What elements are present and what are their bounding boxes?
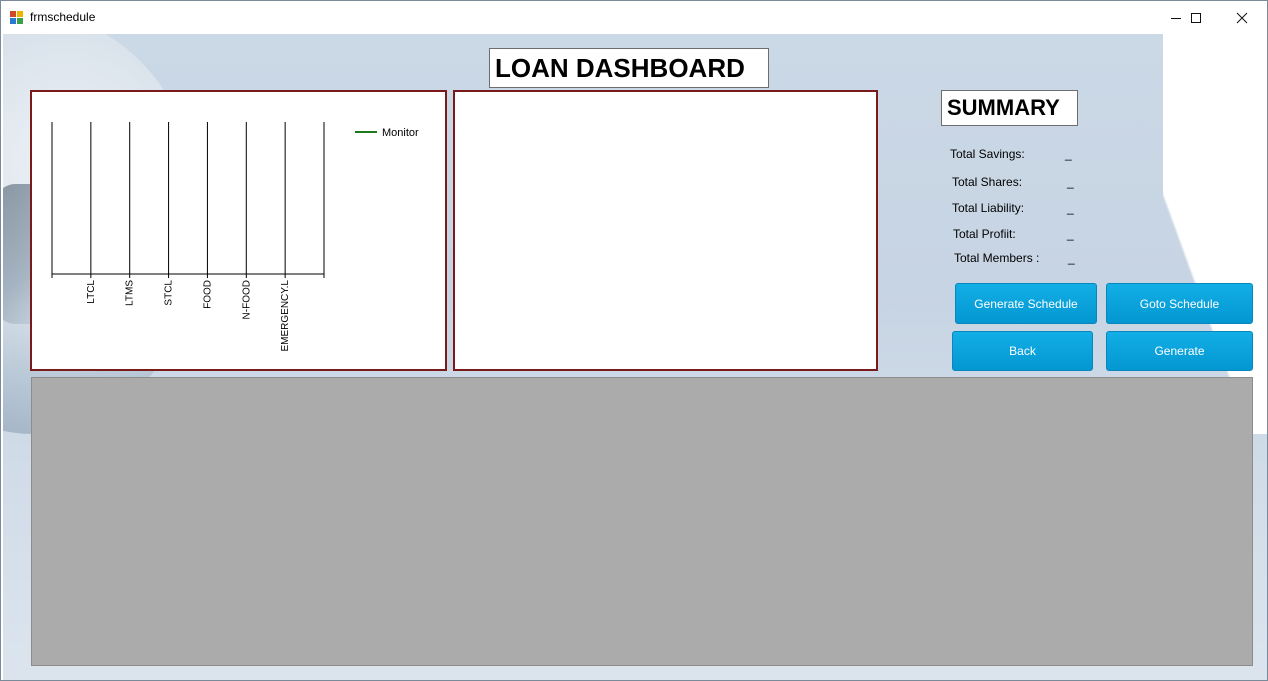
background-highlight [1163, 34, 1267, 434]
chart-tick-label: LTMS [125, 280, 136, 306]
total-profit-label: Total Profiit: [953, 227, 1016, 241]
total-shares-label: Total Shares: [952, 175, 1023, 189]
goto-schedule-button[interactable]: Goto Schedule [1106, 283, 1253, 324]
maximize-icon [1191, 12, 1201, 23]
generate-schedule-button[interactable]: Generate Schedule [955, 283, 1097, 324]
total-profit-value: _ [1067, 227, 1074, 241]
page-title: LOAN DASHBOARD [489, 48, 769, 88]
maximize-button[interactable] [1173, 1, 1219, 34]
title-bar[interactable]: frmschedule [1, 1, 1267, 34]
total-members-label: Total Members : [954, 251, 1040, 265]
total-savings-value: _ [1065, 147, 1072, 161]
total-liability-value: _ [1067, 201, 1074, 215]
loan-chart-panel: LTCL LTMS STCL FOOD N-FOOD EMERGENCY.L Monitor [30, 90, 447, 371]
back-button[interactable]: Back [952, 331, 1093, 371]
app-icon [10, 11, 23, 24]
secondary-chart-panel [453, 90, 878, 371]
total-savings-label: Total Savings: [950, 147, 1025, 161]
form-client-area: LOAN DASHBOARD LTCL LTMS STCL FOOD N-FOOD EME… [3, 34, 1267, 680]
chart-tick-label: EMERGENCY.L [280, 280, 291, 352]
legend-label: Monitor [382, 127, 419, 139]
schedule-data-grid[interactable] [31, 377, 1253, 666]
application-window: frmschedule LOAN DASHBOARD LTCL LTMS STCL F… [0, 0, 1268, 681]
loan-chart: LTCL LTMS STCL FOOD N-FOOD EMERGENCY.L Monitor [51, 122, 419, 352]
window-title: frmschedule [30, 10, 96, 24]
total-liability-label: Total Liability: [952, 201, 1025, 215]
chart-tick-label: N-FOOD [241, 280, 252, 319]
close-button[interactable] [1219, 1, 1265, 34]
total-members-value: _ [1068, 251, 1075, 265]
close-icon [1236, 12, 1248, 23]
form-bottom-edge [3, 668, 1267, 680]
summary-heading: SUMMARY [941, 90, 1078, 126]
generate-button[interactable]: Generate [1106, 331, 1253, 371]
chart-tick-label: LTCL [86, 280, 97, 304]
total-shares-value: _ [1067, 175, 1074, 189]
chart-tick-label: FOOD [202, 280, 213, 309]
chart-tick-label: STCL [164, 280, 175, 306]
